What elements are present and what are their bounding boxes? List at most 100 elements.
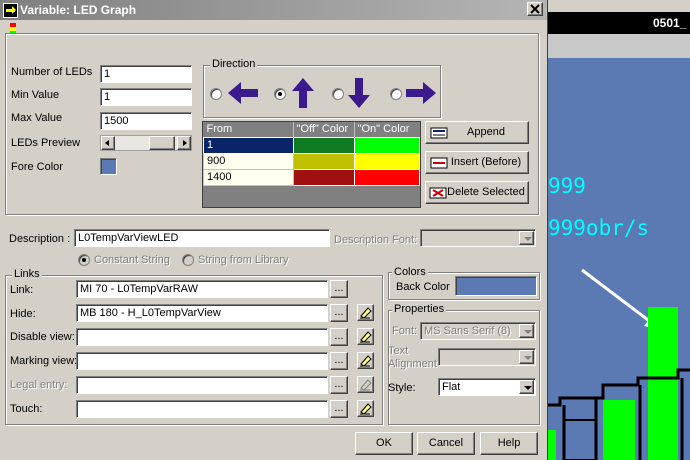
cell-off-color[interactable] [292,136,355,154]
legal-entry-clear-button[interactable] [357,376,374,393]
text-alignment-label: Text Alignment [388,345,437,370]
ok-button[interactable]: OK [355,432,413,455]
left-arrow-icon [105,140,109,146]
help-button[interactable]: Help [480,432,538,455]
font-label: Font: [392,325,418,337]
string-from-library-radio[interactable] [182,254,194,266]
table-row[interactable]: 900 [203,152,421,170]
dialog-title: Variable: LED Graph [20,3,137,17]
string-from-library-label: String from Library [198,254,289,266]
back-color-swatch[interactable] [455,276,537,296]
cell-off-color[interactable] [292,168,355,186]
leds-preview-scrollbar[interactable] [100,135,192,151]
font-select[interactable]: MS Sans Serif (8) [420,322,536,340]
marking-view-label: Marking view: [10,355,78,367]
marking-view-clear-button[interactable] [357,352,374,369]
scroll-left-button[interactable] [101,136,115,150]
background-application: 0501_ 999 999obr/s [548,0,690,460]
app-icon [3,3,18,18]
hide-browse-button[interactable]: ... [330,304,348,322]
touch-browse-button[interactable]: ... [330,400,348,418]
arrow-right-icon [406,82,436,104]
scroll-right-button[interactable] [177,136,191,150]
column-header-off-color[interactable]: "Off" Color [293,122,355,137]
min-value-label: Min Value [11,89,60,101]
touch-field[interactable] [76,400,328,418]
led-bar-1 [603,400,635,460]
eraser-icon [360,331,372,343]
cell-from[interactable]: 900 [203,152,294,170]
direction-label: Direction [210,58,258,70]
chevron-down-icon[interactable] [519,350,534,364]
constant-string-label: Constant String [94,254,170,266]
direction-up-radio[interactable] [274,88,286,100]
chevron-down-icon[interactable] [519,231,534,245]
font-select-value: MS Sans Serif (8) [424,325,511,337]
right-arrow-icon [183,140,187,146]
insert-button-label: Insert (Before) [450,156,522,168]
description-field[interactable]: L0TempVarViewLED [74,229,330,247]
title-bar[interactable]: Variable: LED Graph [0,0,547,20]
arrow-down-icon [348,78,370,108]
disable-view-browse-button[interactable]: ... [330,328,348,346]
min-value-field[interactable]: 1 [100,88,192,106]
link-field[interactable]: MI 70 - L0TempVarRAW [76,280,328,298]
legal-entry-browse-button[interactable]: ... [330,376,348,394]
chevron-down-icon[interactable] [519,324,534,338]
marking-view-browse-button[interactable]: ... [330,352,348,370]
link-browse-button[interactable]: ... [330,280,348,298]
cell-on-color[interactable] [353,136,421,154]
led-color-table[interactable]: From "Off" Color "On" Color 1 900 1400 [202,121,421,208]
bg-graph-drawing [548,268,690,460]
close-icon [530,4,540,14]
delete-icon [429,187,447,199]
legal-entry-label: Legal entry: [10,379,68,391]
cell-off-color[interactable] [292,152,355,170]
disable-view-field[interactable] [76,328,328,346]
insert-icon [430,157,448,169]
direction-right-radio[interactable] [390,88,402,100]
direction-left-radio[interactable] [210,88,222,100]
style-select[interactable]: Flat [438,378,536,396]
description-font-select[interactable] [420,229,536,247]
legal-entry-field[interactable] [76,376,328,394]
hide-clear-button[interactable] [357,304,374,321]
fore-color-swatch[interactable] [100,158,117,175]
touch-clear-button[interactable] [357,400,374,417]
cell-from[interactable]: 1 [203,136,294,154]
text-alignment-select[interactable] [438,348,536,366]
column-header-on-color[interactable]: "On" Color [354,122,419,137]
arrow-left-icon [228,82,258,104]
insert-before-button[interactable]: Insert (Before) [425,151,529,174]
direction-down-radio[interactable] [332,88,344,100]
delete-selected-button[interactable]: Delete Selected [425,181,529,204]
arrow-up-icon [292,78,314,108]
column-header-from[interactable]: From [203,122,294,137]
cell-on-color[interactable] [353,168,421,186]
number-of-leds-field[interactable]: 1 [100,65,192,83]
append-button[interactable]: Append [425,121,529,144]
marking-view-field[interactable] [76,352,328,370]
eraser-icon [360,379,372,391]
cancel-button[interactable]: Cancel [417,432,475,455]
colors-label: Colors [392,266,428,278]
disable-view-label: Disable view: [10,331,75,343]
close-button[interactable] [527,2,543,16]
links-label: Links [12,268,42,280]
description-label: Description : [9,233,71,245]
cell-on-color[interactable] [353,152,421,170]
max-value-label: Max Value [11,112,63,124]
table-row[interactable]: 1 [203,136,421,154]
table-row[interactable]: 1400 [203,168,421,186]
link-label: Link: [10,284,34,296]
max-value-field[interactable]: 1500 [100,112,192,130]
chevron-down-icon[interactable] [519,380,534,394]
scroll-thumb[interactable] [149,136,175,150]
eraser-icon [360,307,372,319]
constant-string-radio[interactable] [78,254,90,266]
hide-label: Hide: [10,308,36,320]
style-select-value: Flat [442,381,461,393]
hide-field[interactable]: MB 180 - H_L0TempVarView [76,304,328,322]
disable-view-clear-button[interactable] [357,328,374,345]
cell-from[interactable]: 1400 [203,168,294,186]
